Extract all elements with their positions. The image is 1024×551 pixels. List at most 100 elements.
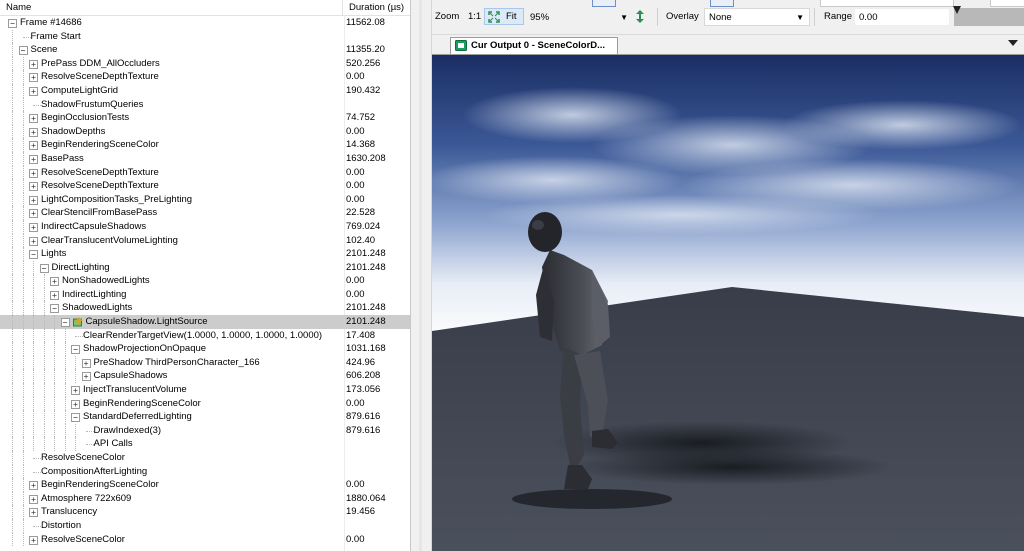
expand-icon[interactable]: + xyxy=(29,209,38,219)
tree-row-label: Frame #14686 xyxy=(20,17,82,28)
tree-guide-line xyxy=(12,43,13,57)
tree-row[interactable]: API Calls xyxy=(0,437,410,451)
zoom-value: 95% xyxy=(530,12,550,23)
collapse-icon[interactable]: − xyxy=(50,304,59,314)
tree-row[interactable]: + ResolveSceneDepthTexture 0.00 xyxy=(0,179,410,193)
range-slider-handle[interactable] xyxy=(953,6,961,14)
toolbar-field-partial[interactable] xyxy=(990,0,1024,7)
tree-row[interactable]: + Atmosphere 722x609 1880.064 xyxy=(0,491,410,506)
collapse-icon[interactable]: − xyxy=(60,318,70,328)
tree-row[interactable]: + PreShadow ThirdPersonCharacter_166 424.9… xyxy=(0,355,410,370)
expand-icon[interactable]: + xyxy=(29,59,38,69)
collapse-icon[interactable]: − xyxy=(71,345,80,355)
tree-row-duration: 0.00 xyxy=(346,125,365,137)
tree-row[interactable]: − Frame #14686 11562.08 xyxy=(0,16,410,30)
tree-row[interactable]: − Scene 11355.20 xyxy=(0,43,410,57)
tree-row[interactable]: + PrePass DDM_AllOccluders 520.256 xyxy=(0,56,410,71)
tree-row[interactable]: + ShadowDepths 0.00 xyxy=(0,124,410,139)
expand-icon[interactable]: + xyxy=(81,358,91,368)
tree-row[interactable]: + ResolveSceneColor 0.00 xyxy=(0,532,410,547)
expand-icon[interactable]: + xyxy=(29,508,38,518)
duration-column-header[interactable]: Duration (µs) xyxy=(343,0,410,15)
tree-row[interactable]: + BeginRenderingSceneColor 0.00 xyxy=(0,478,410,492)
expand-icon[interactable]: + xyxy=(29,86,38,96)
collapse-icon[interactable]: − xyxy=(39,263,49,273)
collapse-icon[interactable]: − xyxy=(71,413,80,423)
range-value: 0.00 xyxy=(859,12,878,23)
tree-row[interactable]: − ShadowedLights 2101.248 xyxy=(0,301,410,316)
tree-row[interactable]: + NonShadowedLights 0.00 xyxy=(0,274,410,288)
tree-guide-line xyxy=(43,315,45,329)
expand-icon[interactable]: + xyxy=(29,168,38,178)
overlay-select[interactable]: None ▼ xyxy=(704,8,810,26)
expand-icon[interactable]: + xyxy=(71,386,80,396)
expand-icon[interactable]: + xyxy=(29,141,38,151)
expand-icon[interactable]: + xyxy=(29,182,38,192)
expand-icon[interactable]: + xyxy=(29,114,38,124)
tree-row[interactable]: + BeginRenderingSceneColor 14.368 xyxy=(0,138,410,152)
expand-icon[interactable]: + xyxy=(50,290,59,300)
expand-icon[interactable]: + xyxy=(29,535,38,545)
zoom-arrows-icon[interactable] xyxy=(635,9,645,24)
expand-icon[interactable]: + xyxy=(29,73,38,83)
panel-splitter[interactable] xyxy=(411,0,432,551)
tree-row[interactable]: ResolveSceneColor xyxy=(0,451,410,465)
tree-row[interactable]: + BeginOcclusionTests 74.752 xyxy=(0,111,410,125)
zoom-one-to-one-button[interactable]: 1:1 xyxy=(468,11,481,23)
expand-icon[interactable]: + xyxy=(29,236,38,246)
collapse-icon[interactable]: − xyxy=(8,19,17,28)
name-column-header[interactable]: Name xyxy=(0,0,343,15)
tree-row[interactable]: CompositionAfterLighting xyxy=(0,464,410,479)
tree-row-name-cell: + ResolveSceneDepthTexture xyxy=(0,179,343,193)
tree-row[interactable]: − StandardDeferredLighting 879.616 xyxy=(0,410,410,424)
expand-icon[interactable]: + xyxy=(50,277,59,287)
tree-row[interactable]: + LightCompositionTasks_PreLighting 0.00 xyxy=(0,192,410,207)
tree-row[interactable]: + ResolveSceneDepthTexture 0.00 xyxy=(0,165,410,180)
tree-row[interactable]: + BasePass 1630.208 xyxy=(0,151,410,166)
tree-row[interactable]: + IndirectCapsuleShadows 769.024 xyxy=(0,219,410,234)
expand-icon[interactable]: + xyxy=(29,195,38,205)
tree-row[interactable]: − Lights 2101.248 xyxy=(0,247,410,261)
tree-guide-line xyxy=(12,342,13,356)
expand-icon[interactable]: + xyxy=(81,372,91,382)
tree-row[interactable]: − ShadowProjectionOnOpaque 1031.168 xyxy=(0,342,410,356)
toolbar-field-partial[interactable] xyxy=(820,0,954,7)
tree-row-label: DirectLighting xyxy=(51,261,110,273)
splitter-grip[interactable] xyxy=(419,0,422,551)
tree-row[interactable]: + ClearStencilFromBasePass 22.528 xyxy=(0,206,410,220)
tree-row[interactable]: ClearRenderTargetView(1.0000, 1.0000, 1.… xyxy=(0,328,410,343)
tree-row[interactable]: Distortion xyxy=(0,518,410,533)
collapse-icon[interactable]: − xyxy=(29,250,38,260)
tree-row[interactable]: + IndirectLighting 0.00 xyxy=(0,287,410,302)
collapse-icon[interactable]: − xyxy=(18,46,28,56)
range-slider[interactable] xyxy=(954,8,1024,26)
range-min-field[interactable]: 0.00 xyxy=(854,8,950,26)
expand-icon[interactable]: + xyxy=(29,127,38,137)
tree-row[interactable]: + InjectTranslucentVolume 173.056 xyxy=(0,383,410,397)
tree-row[interactable]: Frame Start xyxy=(0,29,410,44)
expand-icon[interactable]: + xyxy=(29,481,38,491)
tree-row[interactable]: + Translucency 19.456 xyxy=(0,505,410,519)
tree-row[interactable]: + ClearTranslucentVolumeLighting 102.40 xyxy=(0,233,410,248)
tab-dropdown-icon[interactable] xyxy=(1008,40,1018,46)
toolbar-button-partial[interactable] xyxy=(592,0,616,7)
tree-row[interactable]: − CapsuleShadow.LightSource 2101.248 xyxy=(0,315,410,329)
tree-row[interactable]: + ComputeLightGrid 190.432 xyxy=(0,83,410,98)
tree-row[interactable]: + CapsuleShadows 606.208 xyxy=(0,369,410,384)
tree-row[interactable]: DrawIndexed(3) 879.616 xyxy=(0,423,410,438)
expand-icon[interactable]: + xyxy=(29,494,38,504)
tree-row[interactable]: − DirectLighting 2101.248 xyxy=(0,260,410,275)
tab-cur-output-0[interactable]: Cur Output 0 - SceneColorD... xyxy=(450,37,618,54)
tree-row[interactable]: + BeginRenderingSceneColor 0.00 xyxy=(0,396,410,411)
tree-row[interactable]: + ResolveSceneDepthTexture 0.00 xyxy=(0,70,410,84)
fit-button[interactable]: Fit xyxy=(484,8,524,25)
expand-icon[interactable]: + xyxy=(29,154,38,164)
toolbar-button-partial[interactable] xyxy=(710,0,734,7)
expand-icon[interactable]: + xyxy=(71,399,80,409)
tree-guide-line xyxy=(22,260,24,275)
expand-icon[interactable]: + xyxy=(29,222,38,232)
zoom-select[interactable]: 95% ▼ xyxy=(525,8,645,26)
tree-row-name-cell: + Atmosphere 722x609 xyxy=(0,491,343,506)
tree-row[interactable]: ShadowFrustumQueries xyxy=(0,97,410,112)
texture-preview[interactable] xyxy=(432,55,1024,551)
